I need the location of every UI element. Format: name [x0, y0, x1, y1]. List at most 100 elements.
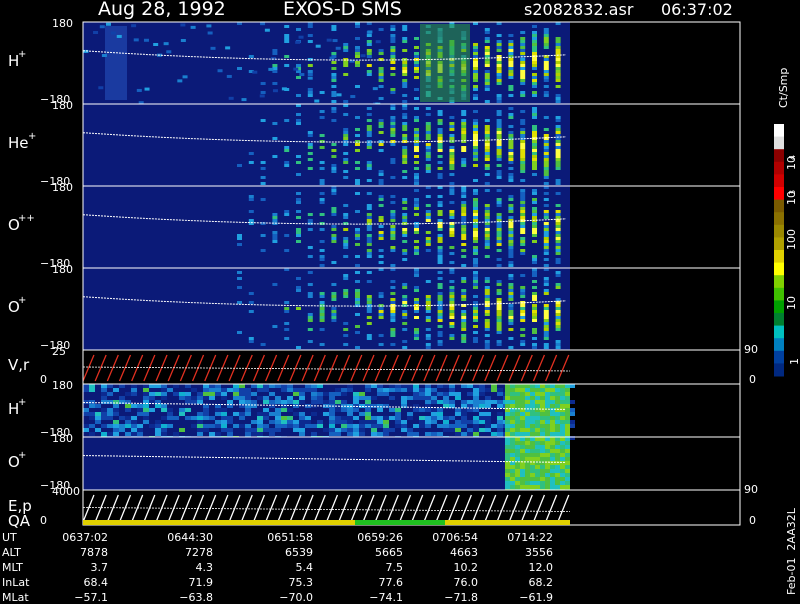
spectro-cell	[203, 428, 209, 432]
spectro-cell	[540, 432, 545, 436]
spectro-cell	[543, 70, 549, 73]
spectro-cell	[107, 384, 113, 388]
spectro-cell	[497, 412, 503, 416]
spectro-cell	[520, 158, 526, 161]
spectro-cell	[555, 404, 560, 408]
spectro-cell	[525, 400, 530, 404]
spectro-cell	[425, 155, 431, 158]
spectro-cell	[414, 231, 419, 234]
spectro-cell	[505, 404, 510, 408]
spectro-cell	[449, 173, 455, 176]
spectro-cell	[101, 424, 107, 428]
spectro-cell	[402, 198, 408, 201]
spectro-cell	[237, 271, 242, 274]
spectro-cell	[260, 198, 266, 201]
spectro-cell	[461, 384, 467, 388]
colorbar-swatch	[774, 287, 784, 301]
spectro-cell	[227, 420, 233, 424]
ephem-cell: 77.6	[378, 576, 404, 589]
spectro-cell	[284, 55, 290, 58]
spectro-cell	[402, 216, 408, 219]
spectro-cell	[402, 40, 408, 43]
spectro-cell	[343, 240, 349, 243]
spectro-cell	[532, 216, 537, 219]
spectro-cell	[137, 404, 143, 408]
spectro-cell	[461, 161, 467, 164]
spectro-cell	[378, 131, 384, 134]
spectro-cell	[532, 61, 537, 64]
spectro-cell	[532, 304, 537, 307]
spectro-cell	[221, 424, 227, 428]
spectro-cell	[331, 207, 337, 210]
spectro-cell	[414, 271, 419, 274]
spectro-cell	[383, 428, 389, 432]
spectro-cell	[437, 237, 443, 240]
spectro-cell	[520, 307, 526, 310]
spectro-cell	[543, 155, 549, 158]
spectro-cell	[525, 465, 530, 469]
spectro-cell	[508, 316, 514, 319]
spectro-cell	[419, 424, 425, 428]
spectro-cell	[484, 37, 490, 40]
spectro-cell	[545, 441, 550, 445]
spectro-cell	[520, 237, 526, 240]
spectro-cell	[307, 319, 313, 322]
spectro-cell	[402, 61, 408, 64]
spectro-cell	[560, 416, 565, 420]
spectro-cell	[402, 122, 408, 125]
spectro-cell	[155, 420, 161, 424]
spectro-cell	[366, 207, 372, 210]
spectro-cell	[543, 310, 549, 313]
spectro-cell	[461, 204, 467, 207]
spectro-cell	[496, 94, 502, 97]
spectro-cell	[414, 179, 419, 182]
spectro-cell	[449, 337, 455, 340]
spectro-cell	[299, 396, 305, 400]
spectro-cell	[287, 388, 293, 392]
spectro-cell	[461, 424, 467, 428]
spectro-cell	[496, 128, 502, 131]
spectro-cell	[296, 231, 301, 234]
spectro-cell	[284, 161, 290, 164]
panel-top-tick-7: 180	[52, 432, 73, 445]
spectro-cell	[496, 67, 502, 70]
spectro-cell	[540, 481, 545, 485]
spectro-cell	[496, 222, 502, 225]
spectro-cell	[461, 119, 467, 122]
spectro-cell	[461, 340, 467, 343]
spectro-cell	[543, 85, 549, 88]
spectro-cell	[402, 79, 408, 82]
spectro-cell	[520, 481, 525, 485]
spectro-cell	[449, 182, 455, 185]
spectro-cell	[355, 179, 360, 182]
spectro-cell	[555, 313, 561, 316]
spectro-cell	[510, 424, 515, 428]
spectro-cell	[125, 392, 131, 396]
spectro-cell	[284, 37, 290, 40]
spectro-cell	[496, 170, 502, 173]
spectro-cell	[543, 322, 549, 325]
spectro-cell	[532, 225, 537, 228]
spectro-cell	[390, 107, 396, 110]
ephem-cell: −61.9	[519, 591, 553, 604]
spectro-cell	[461, 313, 467, 316]
spectro-cell	[305, 424, 311, 428]
spectro-cell	[383, 424, 389, 428]
spectro-cell	[191, 400, 197, 404]
spectro-cell	[296, 94, 301, 97]
spectro-cell	[543, 277, 549, 280]
spectro-cell	[331, 225, 337, 228]
spectro-cell	[293, 428, 299, 432]
spectro-cell	[532, 307, 537, 310]
spectro-cell	[508, 307, 514, 310]
spectro-cell	[83, 412, 89, 416]
spectro-cell	[161, 416, 167, 420]
spectro-cell	[83, 408, 89, 412]
spectro-cell	[484, 307, 490, 310]
spectro-cell	[505, 457, 510, 461]
spectro-cell	[298, 35, 304, 39]
spectro-cell	[473, 234, 478, 237]
spectro-cell	[461, 412, 467, 416]
spectro-cell	[449, 252, 455, 255]
spectro-cell	[508, 204, 514, 207]
